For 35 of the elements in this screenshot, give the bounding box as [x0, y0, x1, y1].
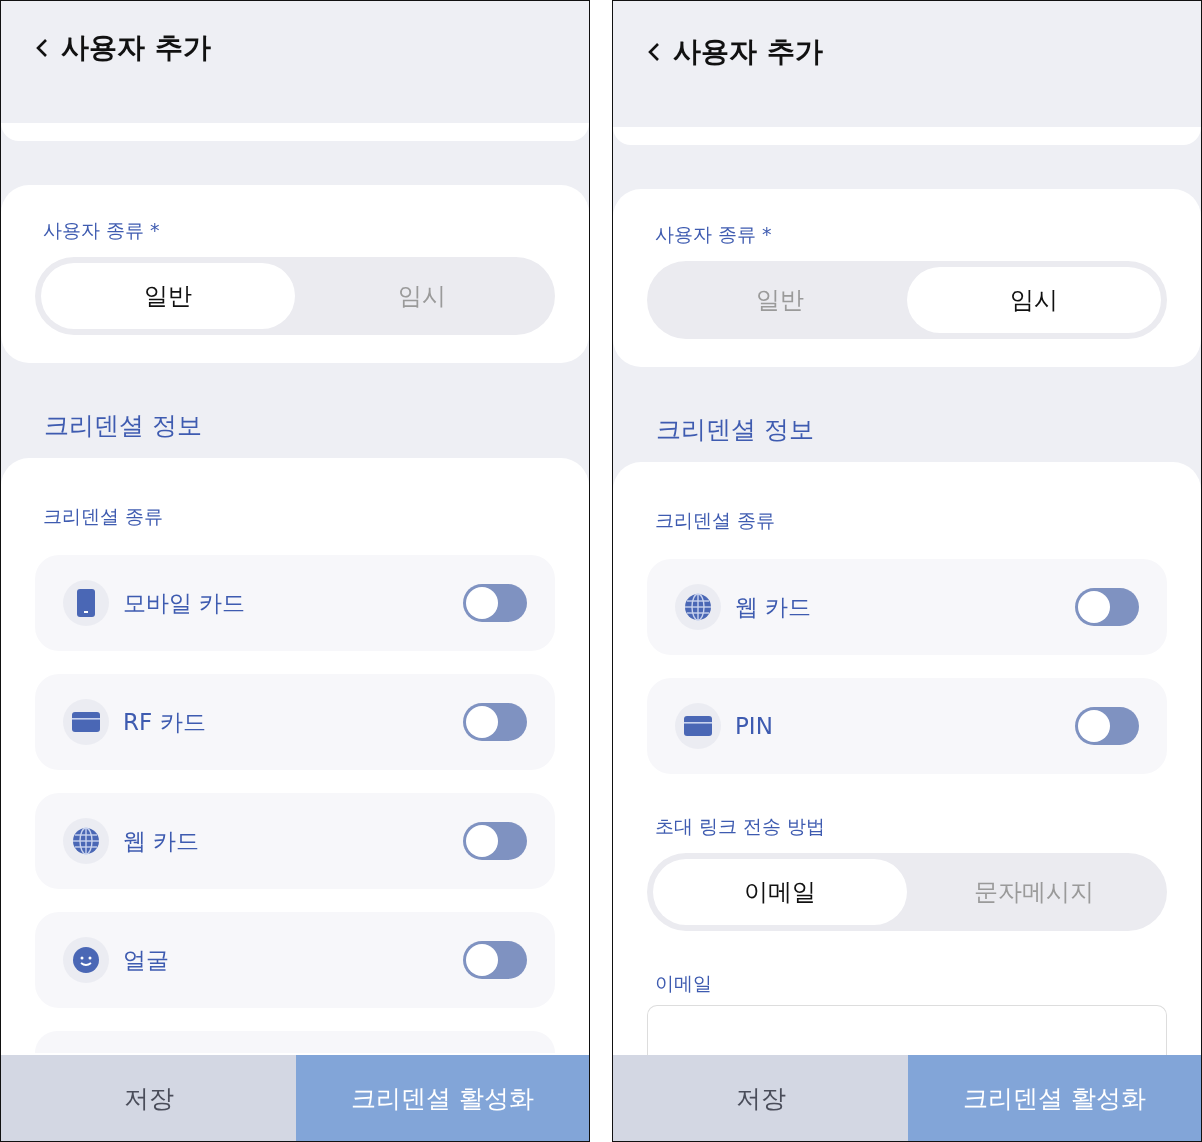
card-icon: [63, 699, 109, 745]
screen-title: 사용자 추가: [673, 34, 823, 70]
toggle-switch[interactable]: [463, 941, 527, 979]
back-button[interactable]: [647, 41, 661, 63]
credential-name: 웹 카드: [123, 826, 201, 856]
globe-icon: [63, 818, 109, 864]
field-label: 이메일: [655, 971, 712, 995]
credential-name: RF 카드: [123, 707, 207, 737]
field-label: 사용자 종류 *: [43, 218, 160, 242]
section-title: 크리덴셜 정보: [44, 410, 202, 442]
globe-icon: [675, 584, 721, 630]
phone-icon: [63, 580, 109, 626]
toggle-switch[interactable]: [463, 584, 527, 622]
toggle-switch[interactable]: [1075, 707, 1139, 745]
field-label: 초대 링크 전송 방법: [655, 814, 826, 838]
field-label: 사용자 종류 *: [655, 222, 772, 246]
smiley-icon: [63, 937, 109, 983]
segment-option[interactable]: 일반: [41, 263, 295, 329]
credential-name: 얼굴: [123, 945, 170, 975]
field-label: 크리덴셜 종류: [43, 504, 164, 528]
screen-title: 사용자 추가: [61, 30, 211, 66]
toggle-switch[interactable]: [463, 703, 527, 741]
card-icon: [675, 703, 721, 749]
segment-option[interactable]: 이메일: [653, 859, 907, 925]
toggle-switch[interactable]: [463, 822, 527, 860]
toggle-switch[interactable]: [1075, 588, 1139, 626]
segment-option[interactable]: 임시: [907, 267, 1161, 333]
back-button[interactable]: [35, 37, 49, 59]
credential-name: 모바일 카드: [123, 588, 247, 618]
section-title: 크리덴셜 정보: [656, 414, 814, 446]
field-label: 크리덴셜 종류: [655, 508, 776, 532]
save-button[interactable]: 저장: [613, 1055, 908, 1141]
save-button[interactable]: 저장: [1, 1055, 296, 1141]
credential-name: PIN: [735, 713, 774, 739]
credential-name: 웹 카드: [735, 592, 813, 622]
